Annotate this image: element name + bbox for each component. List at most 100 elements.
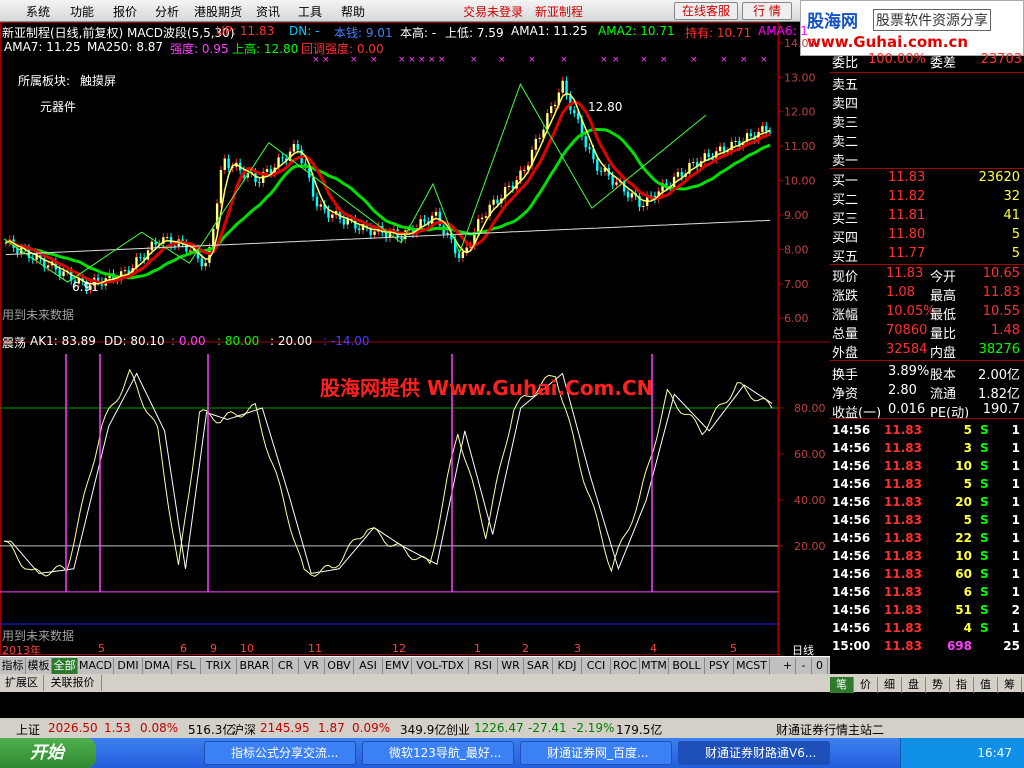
stat-label: 现价 [832,270,859,285]
market-button[interactable]: 行 情 [742,2,792,20]
tick-count: 1 [1011,567,1020,581]
indicator-tab-fsl[interactable]: FSL [172,658,201,674]
indicator-tab-boll[interactable]: BOLL [669,658,705,674]
stat-label-2: 最低 [930,308,957,323]
date-axis-label: 1 [474,642,481,655]
indicator-tab-vol-tdx[interactable]: VOL-TDX [412,658,469,674]
menu-item-2[interactable]: 报价 [113,3,137,20]
candle-body [538,137,541,139]
indicator-tab-dma[interactable]: DMA [143,658,172,674]
signal-marker: × [438,55,446,65]
indicator-tab-sar[interactable]: SAR [524,658,553,674]
menu-item-7[interactable]: 帮助 [341,3,365,20]
candle-body [258,182,261,184]
osc-tick-label: 60.00 [794,448,826,461]
task-button-1[interactable]: 微软123导航_最好... [362,741,514,765]
candle-body [215,203,219,230]
candle-body [576,113,580,120]
trade-status[interactable]: 交易未登录 [463,3,523,20]
buy-volume: 32 [1003,189,1020,204]
tick-time: 14:56 [832,459,871,473]
menu-item-1[interactable]: 功能 [70,3,94,20]
candle-body [507,185,511,187]
right-tab-4[interactable]: 势 [926,677,950,693]
indicator-tab-brar[interactable]: BRAR [237,658,273,674]
right-tab-0[interactable]: 笔 [830,677,854,693]
tick-side: S [980,459,989,473]
indicator-tab-全部[interactable]: 全部 [52,658,78,674]
indicator-tab-wr[interactable]: WR [498,658,524,674]
right-tab-1[interactable]: 价 [854,677,878,693]
tick-count: 1 [1011,495,1020,509]
task-button-3[interactable]: 财通证券财路通V6... [678,741,830,765]
indicator-tab-模板[interactable]: 模板 [26,658,52,674]
menu-item-4[interactable]: 港股期货 [194,3,242,20]
tab-extension-area[interactable]: 扩展区 [0,675,44,691]
indicator-tab-cr[interactable]: CR [273,658,299,674]
osc-value-1: DD: 80.10 [104,334,165,348]
right-tab-5[interactable]: 指 [950,677,974,693]
candle-body [400,237,403,240]
low-label: 6.91 [72,280,99,294]
indicator-tab-mcst[interactable]: MCST [734,658,770,674]
indicator-tab-trix[interactable]: TRIX [201,658,237,674]
index-status-bar: 上证 2026.50 1.53 0.08% 516.3亿 沪深 2145.95 1.87 0.0… [0,718,1024,738]
tick-time: 14:56 [832,441,871,455]
tab-control-1[interactable]: - [796,658,812,674]
candle-body [342,219,346,225]
signal-marker: × [560,55,568,65]
right-tab-6[interactable]: 值 [974,677,998,693]
candle-body [46,265,50,268]
tab-related-quote[interactable]: 关联报价 [44,675,102,691]
tick-time: 14:56 [832,549,871,563]
buy-label: 买五 [832,250,859,265]
signal-marker: × [398,55,406,65]
indicator-tab-roc[interactable]: ROC [611,658,640,674]
indicator-tab-asi[interactable]: ASI [354,658,383,674]
indicator-tab-emv[interactable]: EMV [383,658,412,674]
indicator-tab-cci[interactable]: CCI [582,658,611,674]
tick-side: S [980,495,989,509]
buy-price: 11.83 [888,170,926,185]
price-tick-label: 10.00 [784,175,816,188]
stat-row: 涨幅 10.05% 最低 10.55 [830,304,1024,323]
fund-label-2: 股本 [930,368,957,383]
tick-count: 1 [1011,531,1020,545]
indicator-tab-obv[interactable]: OBV [325,658,354,674]
indicator-tab-rsi[interactable]: RSI [469,658,498,674]
tab-control-2[interactable]: 0 [812,658,828,674]
menu-item-5[interactable]: 资讯 [256,3,280,20]
indicator-tab-vr[interactable]: VR [299,658,325,674]
menu-item-3[interactable]: 分析 [155,3,179,20]
candle-body [761,126,764,132]
sell-row: 卖三 [830,112,1024,131]
right-tab-3[interactable]: 盘 [902,677,926,693]
buy-price: 11.82 [888,189,926,204]
indicator-value-0: UP: 11.83 [216,24,275,38]
task-button-2[interactable]: 财通证券网_百度... [520,741,672,765]
indicator-tab-kdj[interactable]: KDJ [553,658,582,674]
stat-value: 32584 [886,342,928,357]
online-service-button[interactable]: 在线客服 [674,2,738,20]
tick-time: 14:56 [832,423,871,437]
start-button[interactable]: 开始 [0,738,96,768]
indicator-tab-指标[interactable]: 指标 [0,658,26,674]
indicator-tab-mtm[interactable]: MTM [640,658,669,674]
chart-area[interactable]: 14.00 13.00 12.00 11.00 10.00 9.00 8.00 7.00 6.0… [0,22,830,657]
buy-volume: 23620 [978,170,1020,185]
right-tab-2[interactable]: 细 [878,677,902,693]
candle-body [319,204,322,207]
task-button-0[interactable]: 指标公式分享交流... [204,741,356,765]
tick-row: 14:56 11.83 6 S 1 [830,584,1024,602]
indicator-tab-macd[interactable]: MACD [78,658,114,674]
right-tab-7[interactable]: 筹 [998,677,1022,693]
tab-control-0[interactable]: + [780,658,796,674]
indicator-tab-psy[interactable]: PSY [705,658,734,674]
indicator-tab-dmi[interactable]: DMI [114,658,143,674]
menu-item-0[interactable]: 系统 [26,3,50,20]
tick-side: S [980,441,989,455]
candle-body [200,258,203,267]
menu-item-6[interactable]: 工具 [298,3,322,20]
sell-row: 卖四 [830,93,1024,112]
price-tick-label: 7.00 [784,278,809,291]
